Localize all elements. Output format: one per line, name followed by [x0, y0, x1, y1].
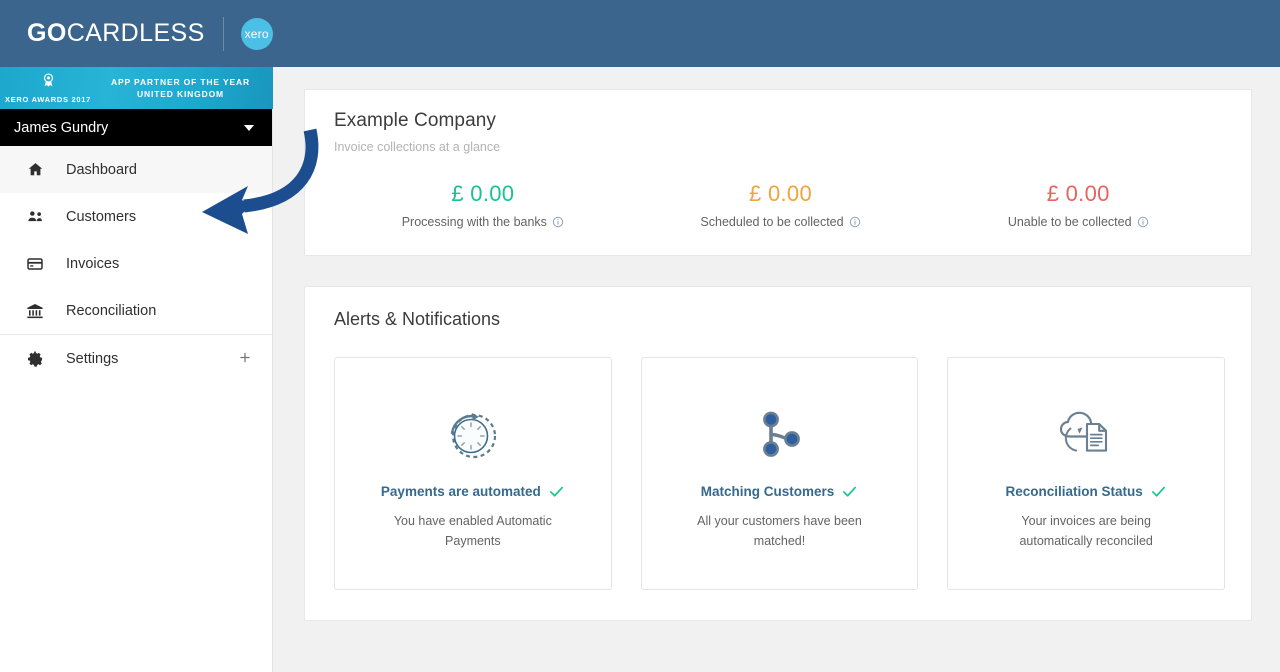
sidebar: XERO AWARDS 2017 APP PARTNER OF THE YEAR… [0, 67, 273, 672]
alert-description: All your customers have been matched! [697, 514, 862, 548]
alert-heading-group: Matching Customers [701, 483, 859, 500]
bank-icon [24, 302, 46, 320]
alert-card-reconciliation-status[interactable]: Reconciliation Status Your invoices are … [947, 357, 1226, 590]
vertical-divider-icon [222, 16, 224, 51]
stat-scheduled: £ 0.00 Scheduled to be collected [632, 181, 930, 229]
people-icon [24, 207, 46, 226]
sidebar-item-label: Customers [66, 208, 137, 225]
stat-label: Unable to be collected [1007, 215, 1132, 229]
green-check-icon [1150, 483, 1167, 500]
sidebar-item-customers[interactable]: Customers [0, 193, 272, 240]
alerts-card: Alerts & Notifications Payments are auto… [304, 286, 1252, 621]
xero-awards-banner: XERO AWARDS 2017 APP PARTNER OF THE YEAR… [0, 67, 273, 109]
stat-label: Scheduled to be collected [700, 215, 844, 229]
brand-logo[interactable]: GO CARDLESS xero [27, 16, 273, 51]
brand-name-light: CARDLESS [66, 19, 205, 47]
alert-heading-group: Reconciliation Status [1006, 483, 1167, 500]
card-icon [24, 255, 46, 273]
stat-label-group: Scheduled to be collected [632, 215, 930, 229]
main-content: Example Company Invoice collections at a… [273, 67, 1280, 672]
sidebar-nav: Dashboard Customers Invoices Reconciliat… [0, 146, 272, 382]
awards-title-group: APP PARTNER OF THE YEAR UNITED KINGDOM [96, 76, 273, 100]
stat-value: £ 0.00 [451, 181, 515, 206]
xero-badge-icon: xero [240, 17, 273, 50]
stat-processing: £ 0.00 Processing with the banks [334, 181, 632, 229]
alert-card-matching-customers[interactable]: Matching Customers All your customers ha… [640, 357, 919, 590]
awards-line-1: APP PARTNER OF THE YEAR [110, 77, 251, 87]
gear-icon [24, 350, 46, 368]
stat-unable: £ 0.00 Unable to be collected [929, 181, 1227, 229]
stats-row: £ 0.00 Processing with the banks £ 0.00 … [334, 181, 1227, 229]
alerts-grid: Payments are automated You have enabled … [334, 357, 1226, 590]
alert-description: Your invoices are being automatically re… [1019, 514, 1153, 548]
sidebar-item-label: Invoices [66, 255, 120, 272]
stat-value: £ 0.00 [1046, 181, 1110, 206]
award-rosette-icon [40, 72, 57, 94]
sidebar-item-label: Settings [66, 350, 119, 367]
automated-clock-icon [441, 402, 505, 468]
home-icon [24, 161, 46, 178]
alert-heading: Reconciliation Status [1005, 484, 1143, 499]
sidebar-item-settings[interactable]: Settings [0, 335, 272, 382]
info-circle-icon[interactable] [849, 216, 861, 228]
alert-heading: Payments are automated [380, 484, 541, 499]
sidebar-item-dashboard[interactable]: Dashboard [0, 146, 272, 193]
page-subtitle: Invoice collections at a glance [334, 140, 501, 154]
awards-line-2: UNITED KINGDOM [137, 89, 224, 99]
sidebar-item-label: Reconciliation [66, 302, 157, 319]
stat-label: Processing with the banks [401, 215, 547, 229]
chevron-down-icon[interactable] [244, 124, 254, 131]
stat-label-group: Unable to be collected [929, 215, 1227, 229]
info-circle-icon[interactable] [552, 216, 564, 228]
stat-label-group: Processing with the banks [334, 215, 632, 229]
user-name-label: James Gundry [14, 119, 109, 136]
sidebar-item-label: Dashboard [66, 161, 137, 178]
stat-value: £ 0.00 [749, 181, 812, 206]
plus-icon[interactable] [238, 350, 252, 367]
user-account-dropdown[interactable]: James Gundry [0, 109, 272, 146]
company-summary-card: Example Company Invoice collections at a… [304, 89, 1252, 256]
alert-description: You have enabled Automatic Payments [393, 514, 552, 548]
brand-name-bold: GO [27, 19, 67, 47]
top-brand-bar: GO CARDLESS xero [0, 0, 1280, 67]
cloud-document-sync-icon [1052, 402, 1120, 468]
awards-left-label: XERO AWARDS 2017 [5, 95, 91, 104]
sidebar-item-reconciliation[interactable]: Reconciliation [0, 287, 272, 334]
alert-heading-group: Payments are automated [381, 483, 565, 500]
green-check-icon [841, 483, 858, 500]
page-title: Example Company [334, 110, 497, 131]
alert-heading: Matching Customers [700, 484, 835, 499]
alert-card-payments-automated[interactable]: Payments are automated You have enabled … [334, 357, 612, 590]
awards-badge-group: XERO AWARDS 2017 [0, 72, 96, 104]
customer-match-nodes-icon [748, 402, 812, 468]
sidebar-item-invoices[interactable]: Invoices [0, 240, 272, 287]
info-circle-icon[interactable] [1137, 216, 1149, 228]
alerts-title: Alerts & Notifications [334, 309, 501, 329]
green-check-icon [548, 483, 565, 500]
